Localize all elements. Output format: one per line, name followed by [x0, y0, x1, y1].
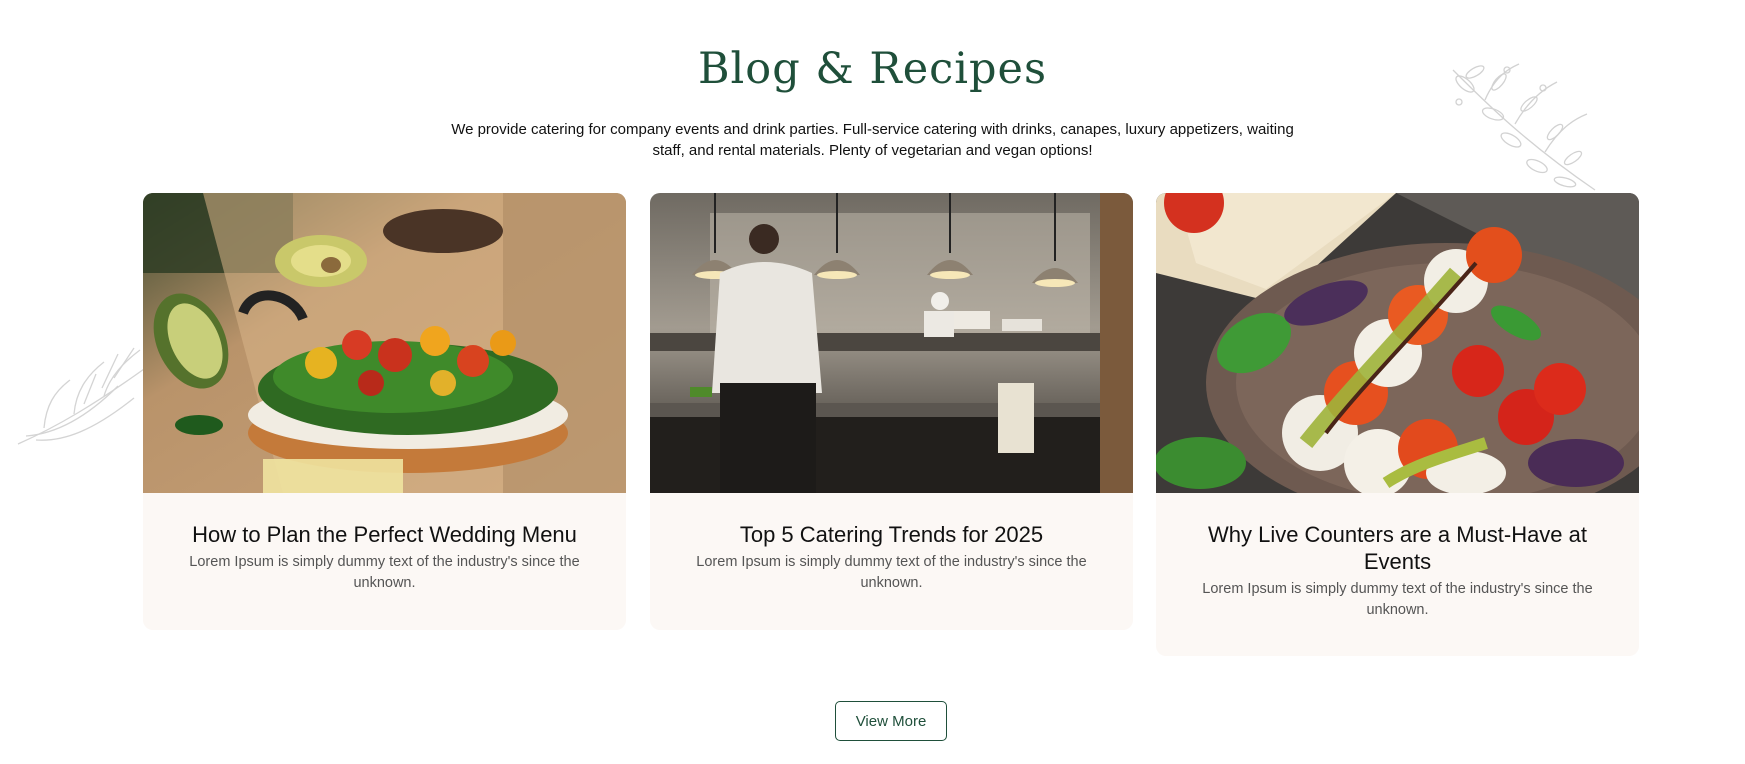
post-excerpt: Lorem Ipsum is simply dummy text of the …	[189, 554, 580, 591]
botanical-decoration-icon	[1452, 63, 1596, 191]
section-description: We provide catering for company events a…	[451, 121, 1294, 159]
blog-card[interactable]: How to Plan the Perfect Wedding Menu Lor…	[143, 193, 626, 630]
view-more-button[interactable]: View More	[835, 701, 947, 741]
kitchen-chef-photo[interactable]	[650, 193, 1133, 493]
post-title[interactable]: How to Plan the Perfect Wedding Menu	[177, 521, 592, 548]
caprese-salad-photo[interactable]	[1156, 193, 1639, 493]
blog-card[interactable]: Top 5 Catering Trends for 2025 Lorem Ips…	[650, 193, 1133, 630]
post-title[interactable]: Top 5 Catering Trends for 2025	[684, 521, 1099, 548]
herb-decoration-icon	[17, 347, 163, 445]
post-title[interactable]: Why Live Counters are a Must-Have at Eve…	[1190, 521, 1605, 575]
sandwich-photo[interactable]	[143, 193, 626, 493]
post-excerpt: Lorem Ipsum is simply dummy text of the …	[1202, 581, 1593, 618]
post-excerpt: Lorem Ipsum is simply dummy text of the …	[696, 554, 1087, 591]
blog-card[interactable]: Why Live Counters are a Must-Have at Eve…	[1156, 193, 1639, 656]
